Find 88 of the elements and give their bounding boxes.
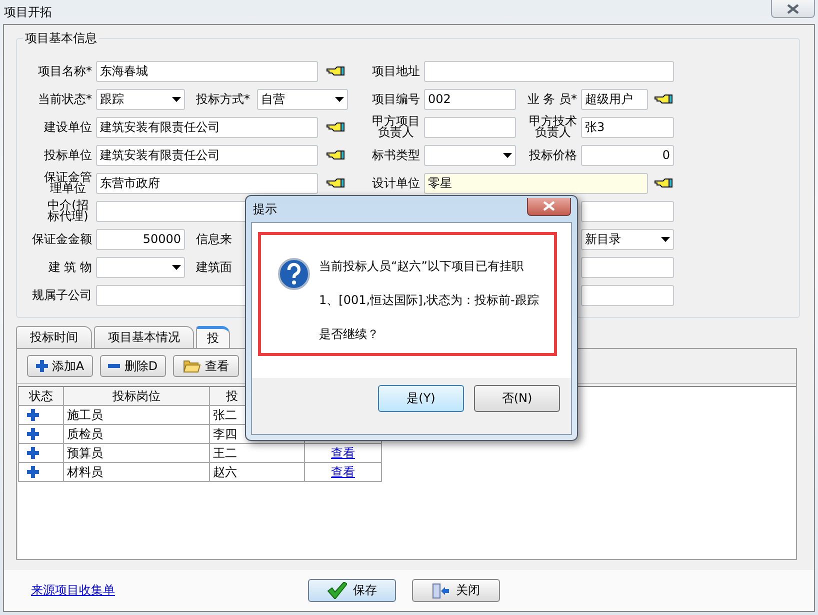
exit-door-icon	[432, 582, 450, 598]
caret-icon	[335, 96, 344, 102]
text-field[interactable]: 东营市政府	[96, 172, 318, 194]
message-text: 当前投标人员“赵六”以下项目已有挂职	[319, 258, 524, 274]
source-link[interactable]: 来源项目收集单	[31, 582, 115, 599]
text-field[interactable]: 建筑安装有限责任公司	[96, 116, 318, 138]
dropdown[interactable]: 跟踪	[96, 88, 185, 110]
close-icon	[787, 4, 799, 14]
text-field[interactable]	[581, 200, 674, 222]
folder-icon	[183, 359, 201, 373]
pointing-hand-icon[interactable]	[326, 65, 346, 77]
text-field[interactable]	[581, 256, 674, 278]
plus-icon	[36, 360, 48, 372]
close-icon	[543, 201, 555, 211]
caret-icon	[172, 96, 181, 102]
tab[interactable]: 项目基本情况	[94, 326, 194, 348]
table-cell: 施工员	[64, 406, 210, 424]
dropdown[interactable]: 自营	[257, 88, 348, 110]
table-cell: 预算员	[64, 444, 210, 462]
text-field[interactable]: 东海春城	[96, 60, 318, 82]
table-cell: 王二	[210, 444, 304, 462]
plus-icon	[27, 447, 39, 459]
plus-icon	[27, 409, 39, 421]
close-button[interactable]	[527, 198, 571, 216]
field-label: 建 筑 物	[48, 258, 93, 276]
field-label: 投标价格	[529, 146, 578, 164]
plus-icon	[27, 466, 39, 478]
field-label: 甲方技术负责人	[528, 116, 578, 138]
toolbar-button[interactable]: 删除D	[100, 355, 166, 377]
table-cell: 质检员	[64, 424, 210, 444]
field-label: 投标方式*	[195, 90, 251, 108]
text-field[interactable]	[424, 116, 516, 138]
text-field[interactable]: 张3	[581, 116, 674, 138]
text-field[interactable]	[581, 284, 674, 306]
group-title: 项目基本信息	[23, 31, 99, 46]
close-button[interactable]: 关闭	[412, 579, 500, 602]
table-cell: 材料员	[64, 462, 210, 482]
message-text: 1、[001,恒达国际],状态为：投标前-跟踪	[319, 292, 539, 308]
tab[interactable]: 投标时间	[16, 326, 92, 348]
field-label: 保证金金额	[32, 230, 93, 248]
column-header: 投标岗位	[64, 387, 210, 406]
text-field[interactable]: 002	[424, 88, 516, 110]
message-text: 是否继续？	[319, 326, 380, 342]
text-field[interactable]: 0	[581, 144, 674, 166]
text-field[interactable]	[424, 60, 674, 82]
pointing-hand-icon[interactable]	[326, 149, 346, 161]
text-field[interactable]: 50000	[96, 228, 185, 250]
dropdown[interactable]: 新目录	[581, 228, 674, 250]
pointing-hand-icon[interactable]	[654, 177, 674, 189]
field-label: 规属子公司	[32, 286, 93, 304]
column-header: 状态	[18, 387, 64, 406]
field-label: 中介(招标代理)	[46, 200, 90, 222]
question-icon	[278, 258, 310, 290]
field-label: 标书类型	[372, 146, 421, 164]
window-title: 项目开拓	[4, 4, 52, 20]
table-cell: 赵六	[210, 462, 304, 482]
pointing-hand-icon[interactable]	[326, 121, 346, 133]
caret-icon	[172, 264, 181, 270]
text-field[interactable]: 零星	[424, 172, 648, 194]
dialog-button[interactable]: 否(N)	[474, 385, 560, 412]
pointing-hand-icon[interactable]	[326, 177, 346, 189]
caret-icon	[661, 236, 670, 242]
toolbar-button[interactable]: 查看	[173, 355, 239, 377]
pointing-hand-icon[interactable]	[654, 93, 674, 105]
field-label: 建设单位	[44, 118, 93, 136]
field-label: 项目地址	[372, 62, 421, 80]
field-label: 信息来	[195, 230, 233, 248]
save-button[interactable]: 保存	[308, 579, 396, 602]
dialog-button[interactable]: 是(Y)	[378, 385, 464, 412]
field-label: 设计单位	[372, 174, 421, 192]
text-field[interactable]: 建筑安装有限责任公司	[96, 144, 318, 166]
field-label: 投标单位	[44, 146, 93, 164]
field-label: 业 务 员*	[527, 90, 578, 108]
field-label: 建筑面	[195, 258, 233, 276]
dialog-title: 提示	[253, 200, 277, 218]
field-label: 保证金管理单位	[43, 172, 93, 194]
minus-icon	[108, 364, 120, 368]
text-field[interactable]: 超级用户	[581, 88, 648, 110]
field-label: 甲方项目负责人	[371, 116, 421, 138]
checkmark-icon	[327, 582, 347, 599]
close-button[interactable]	[771, 0, 815, 18]
field-label: 项目名称*	[38, 62, 93, 80]
plus-icon	[27, 428, 39, 440]
field-label: 当前状态*	[38, 90, 93, 108]
caret-icon	[503, 152, 512, 158]
field-label: 项目编号	[372, 90, 421, 108]
tab[interactable]: 投	[196, 326, 230, 348]
toolbar-button[interactable]: 添加A	[27, 355, 93, 377]
